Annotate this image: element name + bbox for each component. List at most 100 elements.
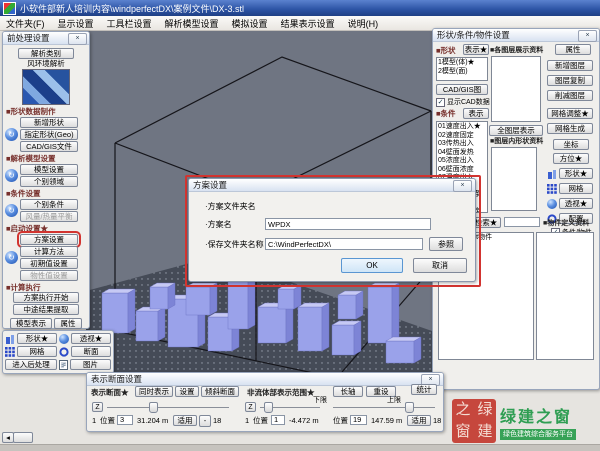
long-axis-button[interactable]: 长轴: [333, 386, 363, 397]
upper-limit-meas: 147.59 m: [371, 416, 402, 426]
individual-region-button[interactable]: 个别领域: [20, 176, 78, 187]
calc-method-button[interactable]: 计算方法: [20, 246, 78, 257]
canvas-hscrollbar[interactable]: ◂: [2, 432, 90, 442]
shape-item[interactable]: 2模型(面): [438, 68, 486, 77]
cancel-button[interactable]: 取消: [413, 258, 467, 273]
all-layers-button[interactable]: 全图层表示: [489, 125, 543, 136]
slider-thumb[interactable]: [149, 402, 158, 413]
tab-model-display[interactable]: 模型表示: [10, 318, 52, 329]
browse-button[interactable]: 参照: [429, 237, 463, 251]
upper-limit-slider[interactable]: [333, 407, 435, 408]
tab-attributes[interactable]: 属性: [54, 318, 82, 329]
new-layer-button[interactable]: 新增图层: [547, 60, 593, 71]
rp-mesh-view-button[interactable]: 网格: [559, 183, 593, 194]
rp-shape-view-button[interactable]: 形状★: [559, 168, 593, 179]
show-cad-checkbox[interactable]: ✓ 显示CAD数据: [436, 97, 490, 107]
menu-file[interactable]: 文件夹(F): [6, 17, 45, 30]
scheme-settings-dialog: 方案设置 × ·方案文件夹名 ·方案名 ·保存文件夹名称 参照 OK 取消: [188, 178, 476, 282]
axis-button-mid[interactable]: Z: [245, 402, 256, 412]
condition-item[interactable]: 04壁面发热: [438, 149, 486, 158]
scheme-settings-button[interactable]: 方案设置: [20, 234, 78, 245]
apply-button-left[interactable]: 适用: [173, 415, 197, 426]
scheme-name-input[interactable]: [265, 218, 431, 230]
model-settings-button[interactable]: 模型设置: [20, 164, 78, 175]
preprocess-close-icon[interactable]: ×: [68, 33, 87, 45]
apply-button-right[interactable]: 适用: [407, 415, 431, 426]
shape-item[interactable]: 1模型(体)★: [438, 59, 486, 68]
slider-thumb[interactable]: [405, 402, 414, 413]
section-position-slider[interactable]: [107, 407, 229, 408]
scheme-dialog-close-icon[interactable]: ×: [453, 180, 472, 192]
statistics-button[interactable]: 统计: [411, 384, 437, 395]
perspective-button[interactable]: 透视★: [71, 333, 111, 344]
watermark: 之 绿 窗 建 绿建之窗 绿色建筑综合服务平台: [452, 396, 598, 446]
menu-toolbar-settings[interactable]: 工具栏设置: [107, 17, 152, 30]
rp-perspective-button[interactable]: 透视★: [559, 198, 593, 209]
inlayer-list[interactable]: [491, 147, 537, 211]
cad-gis-file-button[interactable]: CAD/GIS文件: [20, 141, 78, 152]
delete-layer-button[interactable]: 削减图层: [547, 90, 593, 101]
stamp-char: 绿: [474, 399, 496, 421]
section-display-panel: 表示断面设置 × 表示断面★ 同时表示 设置 倾斜断面 非流体部表示范围★ 长轴…: [86, 372, 444, 432]
shape-view-button[interactable]: 形状★: [17, 333, 57, 344]
sync-display-button[interactable]: 同时表示: [135, 386, 173, 397]
coordinates-button[interactable]: 坐标: [553, 139, 589, 150]
menu-simulation-settings[interactable]: 模拟设置: [232, 17, 268, 30]
section-position-input[interactable]: [117, 415, 133, 425]
lower-limit-slider[interactable]: [260, 407, 320, 408]
display-section-label: 表示断面★: [91, 388, 129, 397]
assign-shape-geo-button[interactable]: 指定形状(Geo): [20, 129, 78, 140]
shape-data-icon: ↻: [5, 128, 18, 141]
lower-limit-input[interactable]: [271, 415, 285, 425]
analysis-type-label: 风环境解析: [27, 59, 65, 69]
shape-list[interactable]: 1模型(体)★ 2模型(面): [436, 57, 488, 81]
upper-limit-input[interactable]: [350, 415, 367, 425]
interim-result-button[interactable]: 中途结果提取: [13, 304, 79, 315]
copy-layer-button[interactable]: 图层复制: [547, 75, 593, 86]
menu-display-settings[interactable]: 显示设置: [58, 17, 94, 30]
ok-button[interactable]: OK: [341, 258, 403, 273]
axis-button-left[interactable]: Z: [92, 402, 103, 412]
attributes-button[interactable]: 属性: [555, 44, 591, 55]
image-capture-button[interactable]: 图片: [70, 359, 111, 370]
menu-analysis-model-settings[interactable]: 解析模型设置: [165, 17, 219, 30]
upper-limit-label: 上限: [387, 396, 401, 406]
upper-max-index: 18: [433, 416, 441, 426]
object-list-right[interactable]: [536, 232, 594, 360]
condition-item[interactable]: 02速度固定: [438, 132, 486, 141]
menu-result-display-settings[interactable]: 结果表示设置: [281, 17, 335, 30]
condition-display-button[interactable]: 表示: [463, 108, 489, 119]
analysis-type-button[interactable]: 解析类别: [18, 48, 74, 59]
layer-list[interactable]: [491, 56, 541, 122]
condition-item[interactable]: 05浓度出入: [438, 157, 486, 166]
sco-close-icon[interactable]: ×: [578, 30, 597, 42]
condition-item[interactable]: 03传热出入: [438, 140, 486, 149]
scheme-name-label: ·方案名: [205, 220, 232, 230]
condition-item[interactable]: 06壁面浓度: [438, 166, 486, 175]
orientation-button[interactable]: 方位★: [553, 153, 589, 164]
section-combo[interactable]: -: [199, 415, 211, 427]
initial-value-button[interactable]: 初期值设置: [20, 258, 78, 269]
mesh-generate-button[interactable]: 网格生成: [547, 123, 593, 134]
startup-settings-header: ■启动设置★: [6, 224, 89, 233]
mesh-adjust-button[interactable]: 网格调整★: [547, 108, 593, 119]
slope-section-button[interactable]: 倾斜断面: [201, 386, 239, 397]
shape-display-button[interactable]: 表示★: [463, 44, 489, 55]
condition-item[interactable]: 01速度出入★: [438, 123, 486, 132]
section-set-button[interactable]: 设置: [175, 386, 199, 397]
search-input[interactable]: [504, 217, 540, 227]
run-scheme-button[interactable]: 方案执行开始: [13, 292, 79, 303]
menu-help[interactable]: 说明(H): [348, 17, 379, 30]
new-shape-button[interactable]: 新增形状: [20, 117, 78, 128]
scroll-thumb[interactable]: [13, 432, 33, 443]
stamp-char: 窗: [452, 421, 474, 443]
material-property-button: 物性值设置: [20, 270, 78, 281]
mesh-view-button[interactable]: 网格: [17, 346, 57, 357]
save-folder-input[interactable]: [265, 238, 423, 250]
cad-gis-button[interactable]: CAD/GIS图: [436, 84, 488, 95]
slider-thumb[interactable]: [264, 402, 273, 413]
individual-condition-button[interactable]: 个别条件: [20, 199, 78, 210]
position-label: 位置: [333, 416, 348, 426]
enter-postprocess-button[interactable]: 进入后处理: [5, 359, 57, 370]
section-view-button[interactable]: 断面: [71, 346, 111, 357]
